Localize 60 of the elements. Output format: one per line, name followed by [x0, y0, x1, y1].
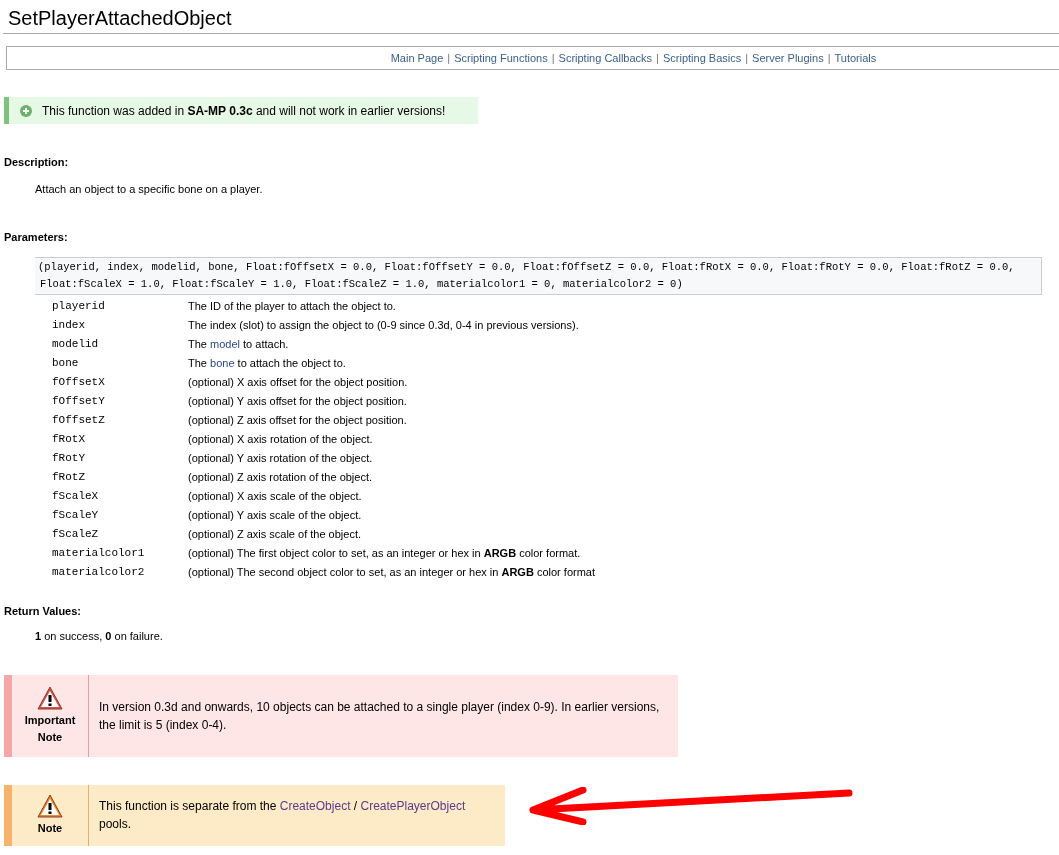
parameter-description: The ID of the player to attach the object to. [188, 298, 396, 314]
link[interactable]: CreatePlayerObject [360, 799, 466, 813]
parameter-description: (optional) Y axis scale of the object. [188, 507, 362, 523]
description-text: Attach an object to a specific bone on a player. [35, 181, 264, 197]
parameter-description: (optional) Z axis offset for the object position. [188, 412, 407, 428]
parameter-name: fOffsetZ [52, 412, 106, 428]
nav-link[interactable]: Scripting Functions [454, 49, 548, 67]
section-heading: Return Values: [4, 603, 83, 619]
nav-link[interactable]: Tutorials [834, 49, 877, 67]
separator: | [826, 50, 832, 66]
parameter-description: (optional) X axis rotation of the object. [188, 431, 373, 447]
note-label: Important Note [23, 712, 77, 745]
parameter-description: (optional) The first object color to set, as an integer or hex in ARGB color format. [188, 545, 581, 561]
parameter-name: modelid [52, 336, 100, 352]
note-text: In version 0.3d and onwards, 10 objects can be attached to a single player (index 0-9). In earlier versions, the limit is 5 (index 0-4). [98, 698, 661, 734]
parameter-description: (optional) Z axis scale of the object. [188, 526, 362, 542]
nav-link[interactable]: Scripting Basics [662, 49, 742, 67]
parameter-description: (optional) Z axis rotation of the object. [188, 469, 373, 485]
plus-icon [20, 104, 32, 117]
parameter-description: (optional) The second object color to set, as an integer or hex in ARGB color format [188, 564, 595, 580]
link[interactable]: model [210, 337, 240, 350]
notice-text: This function was added in SA-MP 0.3c and will not work in earlier versions! [42, 102, 446, 120]
parameter-description: The model to attach. [188, 336, 289, 352]
separator: | [550, 50, 556, 66]
parameter-description: (optional) Y axis rotation of the object. [188, 450, 373, 466]
parameter-name: fScaleY [52, 507, 100, 523]
parameter-name: fScaleZ [52, 526, 100, 542]
parameter-description: (optional) X axis offset for the object position. [188, 374, 408, 390]
note-text: This function is separate from the CreateObject / CreatePlayerObject pools. [98, 798, 467, 833]
nav-link[interactable]: Server Plugins [752, 49, 824, 67]
link[interactable]: bone [210, 356, 235, 369]
parameter-name: fScaleX [52, 488, 100, 504]
separator: | [655, 50, 660, 66]
note-label: Note [36, 820, 64, 836]
parameter-name: fRotX [52, 431, 86, 447]
parameter-name: bone [52, 355, 80, 371]
warning-icon [37, 685, 63, 710]
parameter-name: index [52, 317, 86, 333]
parameter-name: fOffsetX [52, 374, 106, 390]
warning-icon [37, 793, 63, 818]
parameter-name: materialcolor1 [52, 545, 146, 561]
parameter-description: The bone to attach the object to. [188, 355, 346, 371]
parameter-name: materialcolor2 [52, 564, 146, 580]
parameter-description: The index (slot) to assign the object to (0-9 since 0.3d, 0-4 in previous versions). [188, 317, 579, 333]
function-signature: (playerid, index, modelid, bone, Float:fOffsetX = 0.0, Float:fOffsetY = 0.0, Float:fOffsetZ = 0.0, Float:fRotX = 0.0, Float:fRotY = 0.0, Float:fRotZ = 0.0, Float:fScaleX = 1.0, Float:fScaleY = 1.0, Float:fScaleZ = 1.0, materialcolor1 = 0, materialcolor2 = 0) [35, 256, 1042, 295]
separator: | [744, 50, 750, 66]
link[interactable]: CreateObject [279, 799, 351, 813]
nav-link[interactable]: Scripting Callbacks [558, 49, 653, 67]
section-heading: Description: [4, 155, 70, 170]
nav-link[interactable]: Main Page [390, 49, 444, 67]
section-heading: Parameters: [4, 230, 69, 245]
separator: | [446, 50, 452, 66]
parameter-description: (optional) X axis scale of the object. [188, 488, 362, 504]
page-title: SetPlayerAttachedObject [3, 0, 1059, 34]
parameter-name: playerid [52, 298, 106, 314]
return-text: 1 on success, 0 on failure. [35, 629, 164, 644]
parameter-name: fOffsetY [52, 393, 106, 409]
parameter-description: (optional) Y axis offset for the object position. [188, 393, 407, 409]
parameter-name: fRotY [52, 450, 86, 466]
parameter-name: fRotZ [52, 469, 86, 485]
